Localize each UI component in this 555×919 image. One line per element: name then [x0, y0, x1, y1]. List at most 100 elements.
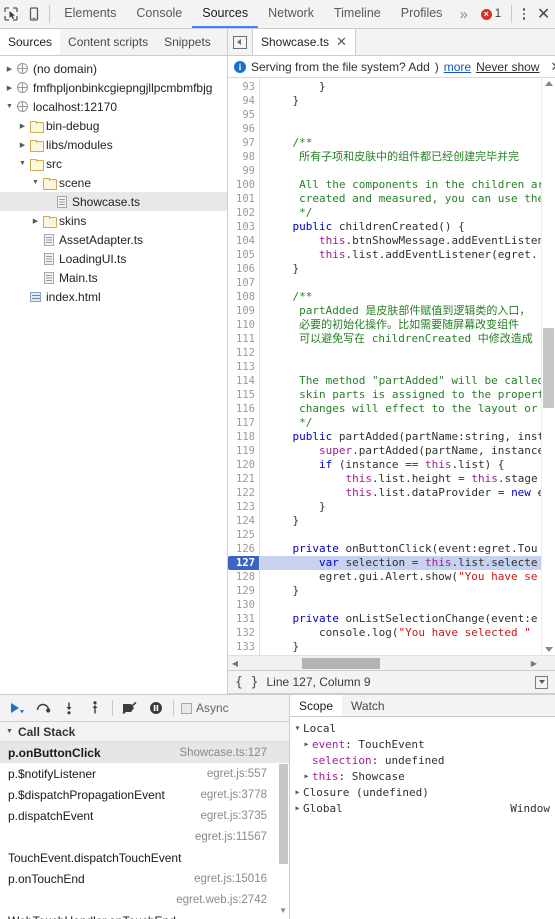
- call-stack-row[interactable]: p.$dispatchPropagationEvent egret.js:3778: [0, 784, 289, 805]
- code-line[interactable]: [260, 360, 555, 374]
- line-number[interactable]: 102: [228, 206, 259, 220]
- line-number[interactable]: 130: [228, 598, 259, 612]
- file-tree-item[interactable]: bin-debug: [0, 116, 227, 135]
- async-checkbox[interactable]: Async: [181, 701, 229, 715]
- code-content[interactable]: } } /** 所有子项和皮肤中的组件都已经创建完毕并完 All the com…: [260, 78, 555, 655]
- show-navigator-toggle-icon[interactable]: [228, 29, 252, 55]
- call-stack-location[interactable]: Showcase.ts:127: [179, 747, 281, 759]
- code-line[interactable]: }: [260, 584, 555, 598]
- file-tree-item[interactable]: src: [0, 154, 227, 173]
- line-number[interactable]: 117: [228, 416, 259, 430]
- call-stack-location[interactable]: egret.js:15016: [194, 873, 281, 885]
- line-number[interactable]: 95: [228, 108, 259, 122]
- file-tree-item[interactable]: Main.ts: [0, 268, 227, 287]
- code-line[interactable]: }: [260, 94, 555, 108]
- line-number[interactable]: 127: [228, 556, 259, 570]
- scope-row[interactable]: this: Showcase: [290, 768, 555, 784]
- scope-variable-tree[interactable]: Localevent: TouchEventselection: undefin…: [290, 717, 555, 919]
- chevron-right-icon[interactable]: [301, 740, 312, 748]
- file-navigator-tree[interactable]: (no domain) fmfhpljonbinkcgiepngjllpcmbmf…: [0, 56, 228, 694]
- inspect-element-icon[interactable]: [0, 0, 23, 28]
- line-number[interactable]: 112: [228, 346, 259, 360]
- editor-tab-showcase-ts[interactable]: Showcase.ts ✕: [252, 29, 356, 55]
- editor-vertical-scrollbar[interactable]: [541, 78, 555, 655]
- code-line[interactable]: this.list.height = this.stage: [260, 472, 555, 486]
- chevron-right-icon[interactable]: [17, 122, 28, 130]
- line-number[interactable]: 108: [228, 290, 259, 304]
- call-stack-row[interactable]: egret.js:11567: [0, 826, 289, 847]
- close-devtools-icon[interactable]: ✕: [532, 0, 555, 28]
- horizontal-scroll-thumb[interactable]: [302, 657, 380, 669]
- call-stack-location[interactable]: egret.js:3778: [201, 789, 282, 801]
- step-out-icon[interactable]: [83, 697, 107, 719]
- call-stack-location[interactable]: egret.js:3735: [201, 810, 282, 822]
- line-number[interactable]: 96: [228, 122, 259, 136]
- code-line[interactable]: skin parts is assigned to the propert: [260, 388, 555, 402]
- line-number[interactable]: 106: [228, 262, 259, 276]
- show-drawer-icon[interactable]: [535, 675, 548, 689]
- code-line[interactable]: super.partAdded(partName, instance: [260, 444, 555, 458]
- code-line[interactable]: }: [260, 262, 555, 276]
- line-number[interactable]: 132: [228, 626, 259, 640]
- code-line[interactable]: partAdded 是皮肤部件赋值到逻辑类的入口，: [260, 304, 555, 318]
- chevron-right-icon[interactable]: [292, 788, 303, 796]
- line-number[interactable]: 113: [228, 360, 259, 374]
- error-count-badge[interactable]: × 1: [475, 0, 507, 28]
- line-number[interactable]: 93: [228, 80, 259, 94]
- call-stack-location[interactable]: egret.web.js:2742: [176, 894, 281, 906]
- call-stack-row[interactable]: WebTouchHandler.onTouchEnd: [0, 910, 289, 919]
- tab-scope[interactable]: Scope: [290, 695, 343, 716]
- code-line[interactable]: /**: [260, 136, 555, 150]
- line-number[interactable]: 131: [228, 612, 259, 626]
- editor-horizontal-scrollbar[interactable]: ◀ ▶: [228, 655, 555, 670]
- code-line[interactable]: this.btnShowMessage.addEventListen: [260, 234, 555, 248]
- chevron-right-icon[interactable]: [301, 772, 312, 780]
- line-number[interactable]: 126: [228, 542, 259, 556]
- line-number[interactable]: 133: [228, 640, 259, 654]
- line-number[interactable]: 120: [228, 458, 259, 472]
- chevron-right-icon[interactable]: [4, 84, 15, 92]
- step-into-icon[interactable]: [57, 697, 81, 719]
- scope-row[interactable]: Closure (undefined): [290, 784, 555, 800]
- line-number[interactable]: 118: [228, 430, 259, 444]
- scroll-down-icon[interactable]: ▼: [279, 906, 287, 915]
- line-number[interactable]: 115: [228, 388, 259, 402]
- line-number[interactable]: 100: [228, 178, 259, 192]
- line-number[interactable]: 122: [228, 486, 259, 500]
- tab-timeline[interactable]: Timeline: [324, 0, 391, 28]
- code-line[interactable]: }: [260, 500, 555, 514]
- more-tabs-icon[interactable]: »: [452, 0, 474, 28]
- chevron-right-icon[interactable]: [292, 804, 303, 812]
- file-tree-item[interactable]: skins: [0, 211, 227, 230]
- line-number[interactable]: 129: [228, 584, 259, 598]
- line-number[interactable]: 110: [228, 318, 259, 332]
- tab-elements[interactable]: Elements: [54, 0, 126, 28]
- chevron-down-icon[interactable]: [292, 724, 303, 732]
- call-stack-scrollbar[interactable]: ▲ ▼: [277, 742, 289, 919]
- line-number-gutter[interactable]: 93 94 95 96 97 98 99 100 101 102 103 104 105 106 107 10…: [228, 78, 260, 655]
- code-line[interactable]: changes will effect to the layout or: [260, 402, 555, 416]
- tab-profiles[interactable]: Profiles: [391, 0, 453, 28]
- nav-tab-sources[interactable]: Sources: [0, 29, 61, 55]
- code-line[interactable]: /**: [260, 290, 555, 304]
- line-number[interactable]: 123: [228, 500, 259, 514]
- code-line[interactable]: [260, 122, 555, 136]
- line-number[interactable]: 98: [228, 150, 259, 164]
- nav-tab-snippets[interactable]: Snippets: [156, 29, 219, 55]
- code-line[interactable]: }: [260, 514, 555, 528]
- chevron-down-icon[interactable]: [17, 160, 28, 167]
- line-number[interactable]: 124: [228, 514, 259, 528]
- step-over-icon[interactable]: [31, 697, 55, 719]
- line-number[interactable]: 121: [228, 472, 259, 486]
- code-line[interactable]: */: [260, 206, 555, 220]
- notice-more-link[interactable]: more: [444, 60, 471, 74]
- line-number[interactable]: 119: [228, 444, 259, 458]
- chevron-down-icon[interactable]: [4, 103, 15, 110]
- line-number[interactable]: 107: [228, 276, 259, 290]
- pretty-print-icon[interactable]: { }: [235, 675, 258, 690]
- code-line[interactable]: [260, 528, 555, 542]
- deactivate-breakpoints-icon[interactable]: [118, 697, 142, 719]
- code-line[interactable]: 必要的初始化操作。比如需要随屏幕改变组件: [260, 318, 555, 332]
- file-tree-item[interactable]: libs/modules: [0, 135, 227, 154]
- code-line[interactable]: The method "partAdded" will be called: [260, 374, 555, 388]
